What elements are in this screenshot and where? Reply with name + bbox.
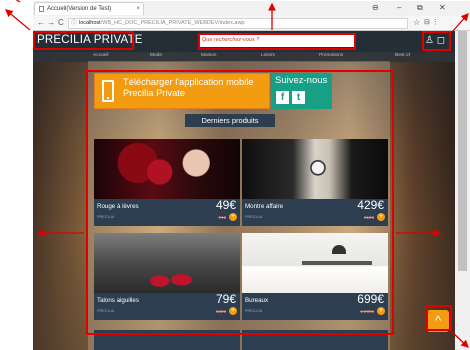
profile-icon[interactable]: ⊖ [372, 3, 379, 13]
close-tab-icon[interactable]: × [136, 3, 140, 15]
bookmark-star-icon[interactable]: ☆ [413, 18, 420, 28]
menu-item-accueil[interactable]: Accueil [93, 53, 108, 58]
annotation-box-search [198, 33, 356, 50]
menu-item-promotions[interactable]: Promotions [319, 53, 343, 58]
menu-item-loisirs[interactable]: Loisirs [261, 53, 275, 58]
url-host: localhost [79, 20, 101, 26]
annotation-box-content [86, 70, 394, 335]
forward-button[interactable]: → [47, 18, 55, 28]
annotation-box-logo [33, 31, 134, 50]
page-icon [39, 6, 44, 12]
scrollbar-thumb[interactable] [458, 31, 467, 271]
tab-title: Accueil(Version de Test) [47, 6, 112, 12]
menu-item-maison[interactable]: Maison [201, 53, 216, 58]
arrow-top-left [15, 0, 21, 3]
info-icon[interactable]: ⓘ [71, 20, 77, 28]
address-bar[interactable]: ⓘ localhost/WB_HC_DOC_PRECILIA_PRIVATE_W… [68, 18, 408, 29]
browser-window: Accueil(Version de Test) × ⊖ – ⧉ ✕ ← → C… [0, 0, 470, 350]
browser-menu-icons[interactable]: ⊟ ⋮ [424, 18, 439, 28]
annotation-box-icons [422, 31, 451, 51]
menu-item-mode[interactable]: Mode [150, 53, 162, 58]
minimize-button[interactable]: – [397, 3, 401, 13]
page-scrollbar[interactable] [455, 31, 470, 350]
annotation-box-totop [426, 305, 452, 331]
close-window-button[interactable]: ✕ [439, 3, 446, 13]
browser-tab[interactable]: Accueil(Version de Test) × [34, 2, 144, 15]
reload-button[interactable]: C [58, 18, 64, 28]
url-path: /WB_HC_DOC_PRECILIA_PRIVATE_WEBDEV/index… [100, 20, 245, 26]
back-button[interactable]: ← [37, 18, 45, 28]
arrow-logo [5, 9, 31, 31]
maximize-button[interactable]: ⧉ [417, 3, 423, 13]
menu-item-bestof[interactable]: Best of [395, 53, 410, 58]
